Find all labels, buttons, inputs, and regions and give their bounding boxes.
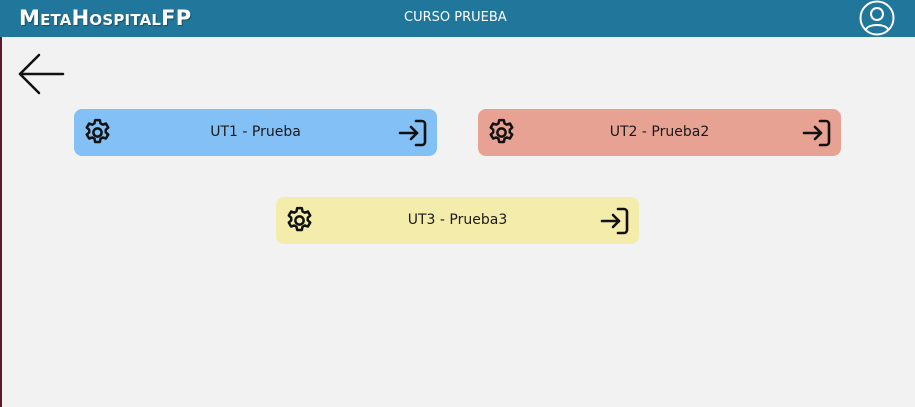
unit-label: UT2 - Prueba2 [609, 124, 710, 140]
unit-label: UT3 - Prueba3 [407, 212, 508, 228]
login-arrow-icon [600, 207, 629, 235]
login-arrow-icon [398, 119, 427, 147]
course-title: CURSO PRUEBA [404, 10, 507, 25]
unit-card-ut1[interactable]: UT1 - Prueba [74, 109, 437, 156]
arrow-left-icon [18, 53, 65, 95]
user-profile-button[interactable] [858, 0, 896, 37]
unit-card-ut3[interactable]: UT3 - Prueba3 [276, 197, 639, 244]
back-button[interactable] [17, 52, 65, 96]
user-circle-icon [859, 0, 895, 36]
unit-card-ut2[interactable]: UT2 - Prueba2 [478, 109, 841, 156]
unit-enter-button[interactable] [599, 205, 631, 237]
app-brand-logo[interactable]: MetaHospitalFP [19, 5, 191, 31]
top-navigation-bar: MetaHospitalFP CURSO PRUEBA [0, 0, 915, 37]
unit-enter-button[interactable] [801, 117, 833, 149]
login-arrow-icon [802, 119, 831, 147]
window-left-edge [0, 0, 2, 407]
unit-enter-button[interactable] [397, 117, 429, 149]
unit-label: UT1 - Prueba [210, 124, 301, 140]
